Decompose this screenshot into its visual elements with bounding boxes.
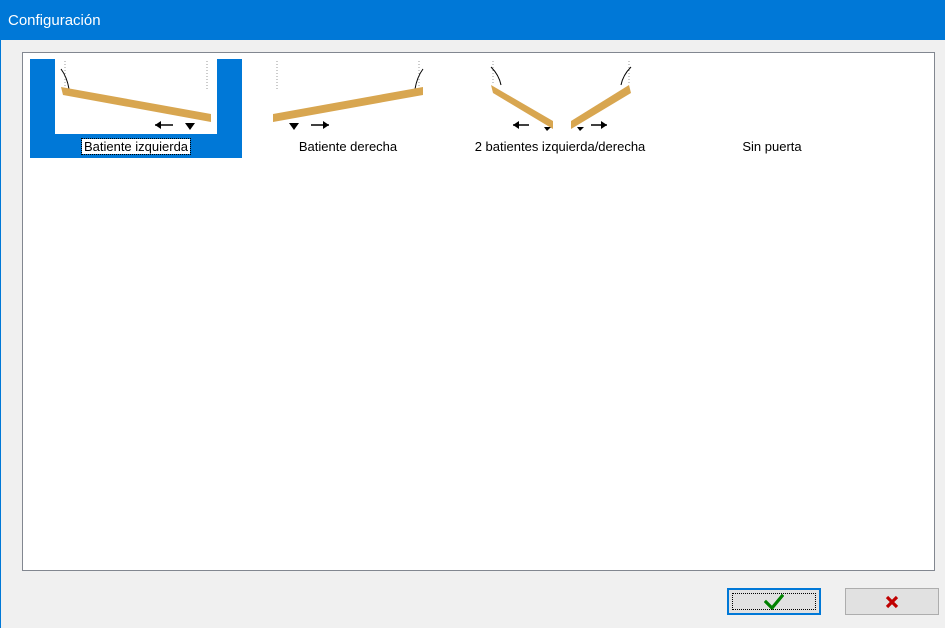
list-item-batiente-izquierda[interactable]: Batiente izquierda	[30, 59, 242, 158]
window-title-bar: Configuración	[0, 0, 945, 40]
focus-rectangle	[732, 593, 816, 610]
option-label: 2 batientes izquierda/derecha	[474, 139, 646, 154]
door-type-list[interactable]: Batiente izquierda Batiente derecha 2 ba…	[22, 52, 935, 571]
option-label: Batiente izquierda	[80, 138, 192, 155]
right-swing-door-icon	[267, 59, 429, 134]
option-label: Batiente derecha	[298, 139, 398, 154]
list-item-sin-puerta[interactable]: Sin puerta	[666, 59, 878, 158]
window-title: Configuración	[8, 11, 101, 29]
option-label: Sin puerta	[742, 139, 802, 154]
cancel-button[interactable]	[845, 588, 939, 615]
no-door-thumbnail	[691, 59, 853, 134]
ok-button[interactable]	[727, 588, 821, 615]
list-item-2-batientes[interactable]: 2 batientes izquierda/derecha	[454, 59, 666, 158]
list-item-batiente-derecha[interactable]: Batiente derecha	[242, 59, 454, 158]
window-border	[0, 40, 1, 628]
x-icon	[885, 595, 899, 608]
left-swing-door-icon	[55, 59, 217, 134]
double-swing-door-icon	[479, 59, 641, 134]
